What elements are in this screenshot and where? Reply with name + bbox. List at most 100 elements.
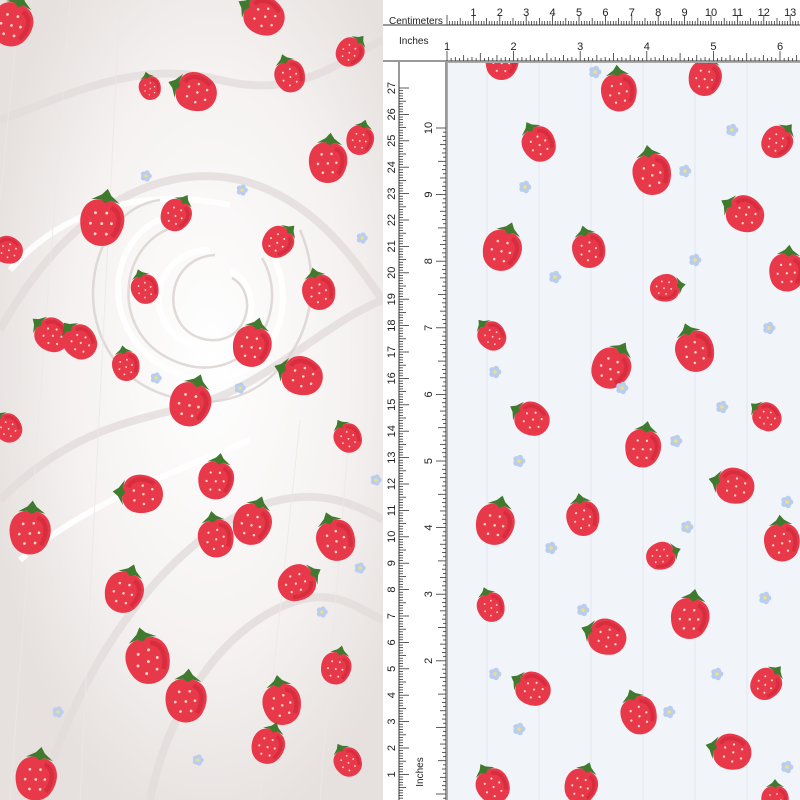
cm-number: 1 xyxy=(470,7,476,19)
cm-number: 13 xyxy=(386,451,398,463)
inch-number: 4 xyxy=(644,41,650,53)
draped-fabric-photo xyxy=(0,0,383,800)
strawberry-icon xyxy=(112,474,163,514)
strawberry-icon xyxy=(620,689,657,735)
strawberry-icon xyxy=(511,671,551,706)
strawberry-icon xyxy=(346,119,375,155)
cm-number: 19 xyxy=(386,293,398,305)
flower-icon xyxy=(616,381,629,395)
flower-icon xyxy=(192,754,204,766)
cm-number: 24 xyxy=(386,161,398,173)
inch-number: 7 xyxy=(423,325,435,331)
flower-icon xyxy=(513,454,526,468)
ruler-left: 27 26 25 24 23 22 21 20 19 18 17 16 15 14 13 12 11 10 9 8 7 6… xyxy=(383,62,448,800)
strawberry-icon xyxy=(482,222,522,271)
strawberry-icon xyxy=(625,421,662,468)
cm-number: 16 xyxy=(386,372,398,384)
strawberry-icon xyxy=(564,762,599,800)
strawberry-icon xyxy=(302,267,336,310)
cm-number: 17 xyxy=(386,346,398,358)
flower-icon xyxy=(681,520,694,534)
flower-icon xyxy=(689,253,702,267)
product-image: 123456789101112131415123456 Centimeters … xyxy=(0,0,800,800)
cm-number: 7 xyxy=(386,613,398,619)
strawberry-icon xyxy=(688,62,722,96)
flower-icon xyxy=(150,372,162,384)
flower-icon xyxy=(711,667,724,681)
cm-number: 22 xyxy=(386,214,398,226)
right-strawberry-layer xyxy=(475,62,800,800)
strawberry-icon xyxy=(632,145,671,195)
strawberry-icon xyxy=(761,779,789,800)
strawberry-icon xyxy=(262,675,301,725)
inch-number: 9 xyxy=(423,192,435,198)
strawberry-icon xyxy=(197,511,234,558)
strawberry-icon xyxy=(112,345,140,381)
strawberry-icon xyxy=(675,323,715,372)
strawberry-icon xyxy=(80,188,125,246)
flower-icon xyxy=(781,760,794,774)
strawberry-icon xyxy=(572,225,606,268)
inch-number: 4 xyxy=(423,525,435,531)
flower-icon xyxy=(549,270,562,284)
flower-icon xyxy=(489,667,502,681)
strawberry-icon xyxy=(750,666,783,701)
strawberry-icon xyxy=(475,495,515,545)
strawberry-icon xyxy=(708,467,755,504)
cm-number: 1 xyxy=(386,771,398,777)
strawberry-icon xyxy=(591,342,632,389)
cm-number: 8 xyxy=(655,7,661,19)
cm-number: 10 xyxy=(705,7,717,19)
inch-number: 5 xyxy=(423,458,435,464)
cm-number: 12 xyxy=(386,478,398,490)
strawberry-icon xyxy=(232,496,272,545)
strawberry-icon xyxy=(198,453,235,500)
strawberry-icon xyxy=(15,746,57,800)
strawberry-icon xyxy=(761,124,794,159)
strawberry-icon xyxy=(165,668,207,723)
strawberry-icon xyxy=(721,195,765,233)
inch-number: 2 xyxy=(511,41,517,53)
cm-number: 13 xyxy=(784,7,796,19)
inch-number: 10 xyxy=(423,122,435,134)
cm-number: 9 xyxy=(386,560,398,566)
strawberry-icon xyxy=(485,62,519,80)
strawberry-icon xyxy=(169,374,212,427)
strawberry-icon xyxy=(277,564,321,602)
inch-number: 6 xyxy=(777,41,783,53)
cm-number: 11 xyxy=(386,505,398,516)
ruler-top-ticks: 123456789101112131415123456 xyxy=(383,7,800,62)
cm-number: 12 xyxy=(758,7,770,19)
flat-fabric-swatch xyxy=(447,62,800,800)
inch-number: 1 xyxy=(444,41,450,53)
strawberry-icon xyxy=(9,500,51,555)
strawberry-icon xyxy=(160,194,192,232)
cm-number: 5 xyxy=(576,7,582,19)
strawberry-icon xyxy=(333,419,363,453)
flower-icon xyxy=(670,434,683,448)
strawberry-icon xyxy=(601,64,637,112)
strawberry-icon xyxy=(104,564,144,613)
strawberry-icon xyxy=(335,35,366,67)
inches-label-vertical: Inches xyxy=(415,757,426,786)
inch-number: 2 xyxy=(423,658,435,664)
cm-number: 7 xyxy=(629,7,635,19)
strawberry-icon xyxy=(274,54,306,93)
strawberry-icon xyxy=(510,401,550,436)
strawberry-icon xyxy=(475,764,510,800)
cm-number: 18 xyxy=(386,319,398,331)
strawberry-icon xyxy=(671,589,710,639)
inch-number: 8 xyxy=(423,258,435,264)
flower-icon xyxy=(489,365,502,379)
inches-label: Inches xyxy=(399,36,429,47)
strawberry-icon xyxy=(321,645,352,685)
flower-icon xyxy=(545,541,558,555)
strawberry-icon xyxy=(476,319,507,351)
inch-number: 5 xyxy=(710,41,716,53)
cm-number: 5 xyxy=(386,666,398,672)
strawberry-icon xyxy=(581,618,627,655)
flower-icon xyxy=(52,706,64,718)
cm-number: 3 xyxy=(523,7,529,19)
cm-number: 2 xyxy=(386,745,398,751)
flower-icon xyxy=(513,722,526,736)
